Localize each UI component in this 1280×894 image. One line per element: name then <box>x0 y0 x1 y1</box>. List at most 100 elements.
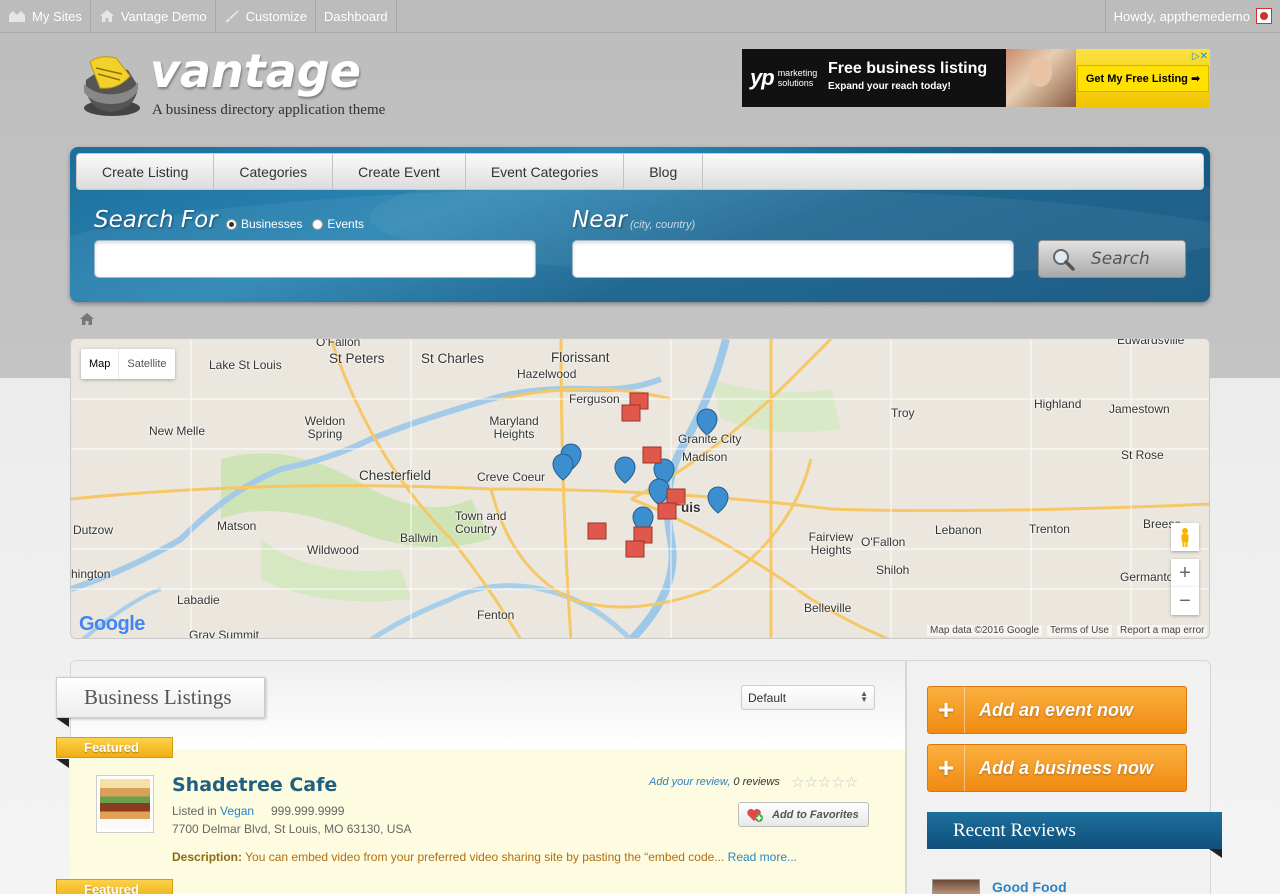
map-label: uis <box>681 500 701 515</box>
customize-link[interactable]: Customize <box>216 0 317 32</box>
map-label: Troy <box>891 406 915 420</box>
google-logo[interactable]: Google <box>79 613 145 636</box>
my-sites-label: My Sites <box>32 8 82 24</box>
map-label: Chesterfield <box>359 468 432 483</box>
listing-description: Description: You can embed video from yo… <box>172 850 797 864</box>
map-label: Lake St Louis <box>209 358 282 372</box>
radio-businesses-label[interactable]: Businesses <box>241 217 302 231</box>
map-label: Belleville <box>804 601 852 615</box>
location-input[interactable] <box>572 240 1014 278</box>
map-canvas <box>71 339 1209 638</box>
zoom-out-button[interactable]: − <box>1171 587 1199 615</box>
ad-subline: Expand your reach today! <box>828 81 951 92</box>
ad-headline: Free business listing <box>828 60 988 77</box>
map-label: Hazelwood <box>517 367 577 381</box>
read-more-link[interactable]: Read more... <box>728 850 797 864</box>
listed-in-label: Listed in <box>172 804 217 818</box>
zoom-in-button[interactable]: + <box>1171 559 1199 587</box>
site-title[interactable]: vantage <box>150 44 361 98</box>
radio-businesses[interactable] <box>226 218 237 230</box>
ad-brand-logo: yp <box>750 65 775 90</box>
featured-badge: Featured <box>56 879 173 894</box>
site-name-label: Vantage Demo <box>120 8 207 24</box>
admin-bar: My Sites Vantage Demo Customize Dashboar… <box>0 0 1280 33</box>
ribbon-fold <box>1209 849 1222 858</box>
business-listings-heading: Business Listings <box>56 677 265 718</box>
select-arrows-icon: ▲ ▼ <box>860 689 868 704</box>
map-type-map[interactable]: Map <box>81 349 118 379</box>
add-business-button[interactable]: + Add a business now <box>927 744 1187 792</box>
near-hint: (city, country) <box>630 219 696 231</box>
ad-choices-icon[interactable]: ▷✕ <box>1192 51 1208 62</box>
ad-cta-button[interactable]: Get My Free Listing ➡ <box>1076 64 1210 92</box>
review-count: 0 reviews <box>733 776 780 788</box>
advertisement-banner[interactable]: yp marketing solutions Free business lis… <box>742 49 1210 107</box>
plus-icon: + <box>928 745 965 791</box>
add-business-label: Add a business now <box>979 757 1154 778</box>
heart-plus-icon <box>747 808 763 822</box>
map-type-satellite[interactable]: Satellite <box>118 349 174 379</box>
description-label: Description: <box>172 850 243 864</box>
map-label: hington <box>71 567 111 581</box>
listing-thumbnail[interactable] <box>96 775 154 833</box>
add-event-label: Add an event now <box>979 699 1134 720</box>
vantage-logo-icon[interactable] <box>76 50 146 120</box>
search-input[interactable] <box>94 240 536 278</box>
listing-reviews: Add your review, 0 reviews <box>649 776 780 788</box>
map-attribution: Map data ©2016 Google <box>927 625 1043 636</box>
site-name-link[interactable]: Vantage Demo <box>91 0 216 32</box>
review-thumbnail[interactable] <box>932 879 980 894</box>
my-sites-link[interactable]: My Sites <box>0 0 91 32</box>
map-report-link[interactable]: Report a map error <box>1117 625 1208 636</box>
category-link[interactable]: Vegan <box>220 804 254 818</box>
listing-category-line: Listed in Vegan <box>172 804 254 818</box>
map-label: New Melle <box>149 424 206 438</box>
add-to-favorites-button[interactable]: Add to Favorites <box>738 802 869 827</box>
nav-create-event[interactable]: Create Event <box>333 154 466 189</box>
map-terms-link[interactable]: Terms of Use <box>1047 625 1112 636</box>
map-label: Highland <box>1034 397 1082 411</box>
rating-stars[interactable]: ☆☆☆☆☆ <box>791 773 858 791</box>
review-title-link[interactable]: Good Food <box>992 879 1067 894</box>
map-label: Florissant <box>551 350 610 365</box>
add-event-button[interactable]: + Add an event now <box>927 686 1187 734</box>
map-label: Ferguson <box>569 392 620 406</box>
map-label: Maryland Heights <box>489 414 539 441</box>
map-label: Wildwood <box>307 543 360 557</box>
listings-map[interactable]: St Peters St Charles Florissant Lake St … <box>70 338 1210 639</box>
listing-title[interactable]: Shadetree Cafe <box>172 774 337 796</box>
ribbon-fold <box>56 718 69 727</box>
nav-blog[interactable]: Blog <box>624 154 704 189</box>
favorites-label: Add to Favorites <box>772 808 859 821</box>
map-label: Lebanon <box>935 523 982 537</box>
breadcrumb-home-icon[interactable] <box>80 313 94 325</box>
map-label: Creve Coeur <box>477 470 546 484</box>
search-panel: Create Listing Categories Create Event E… <box>70 147 1210 302</box>
brush-icon <box>224 10 239 23</box>
radio-events[interactable] <box>312 218 324 230</box>
search-button[interactable]: Search <box>1038 240 1186 278</box>
nav-event-categories[interactable]: Event Categories <box>466 154 625 189</box>
site-tagline: A business directory application theme <box>152 102 386 118</box>
magnifier-icon <box>1053 249 1075 271</box>
sort-select[interactable]: Default ▲ ▼ <box>741 685 875 710</box>
search-type-radios: Businesses Events <box>220 217 364 231</box>
listing-address: 7700 Delmar Blvd, St Louis, MO 63130, US… <box>172 822 412 836</box>
nav-categories[interactable]: Categories <box>214 154 334 189</box>
near-label: Near <box>572 207 627 233</box>
radio-events-label[interactable]: Events <box>327 217 364 231</box>
account-menu[interactable]: Howdy, appthemedemo <box>1104 0 1280 32</box>
ribbon-fold <box>56 759 69 768</box>
pegman-icon[interactable] <box>1171 523 1199 551</box>
map-label: O'Fallon <box>861 535 906 549</box>
dashboard-link[interactable]: Dashboard <box>316 0 397 32</box>
sort-value: Default <box>748 690 787 705</box>
nav-create-listing[interactable]: Create Listing <box>77 154 215 189</box>
listing-phone: 999.999.9999 <box>271 804 345 818</box>
add-review-link[interactable]: Add your review, <box>649 776 730 788</box>
map-label: Granite City <box>678 432 742 446</box>
ad-copy: Free business listing Expand your reach … <box>820 49 1006 107</box>
ad-brand: yp marketing solutions <box>742 49 820 107</box>
map-label: Town and Country <box>455 509 507 536</box>
search-button-label: Search <box>1091 249 1150 269</box>
